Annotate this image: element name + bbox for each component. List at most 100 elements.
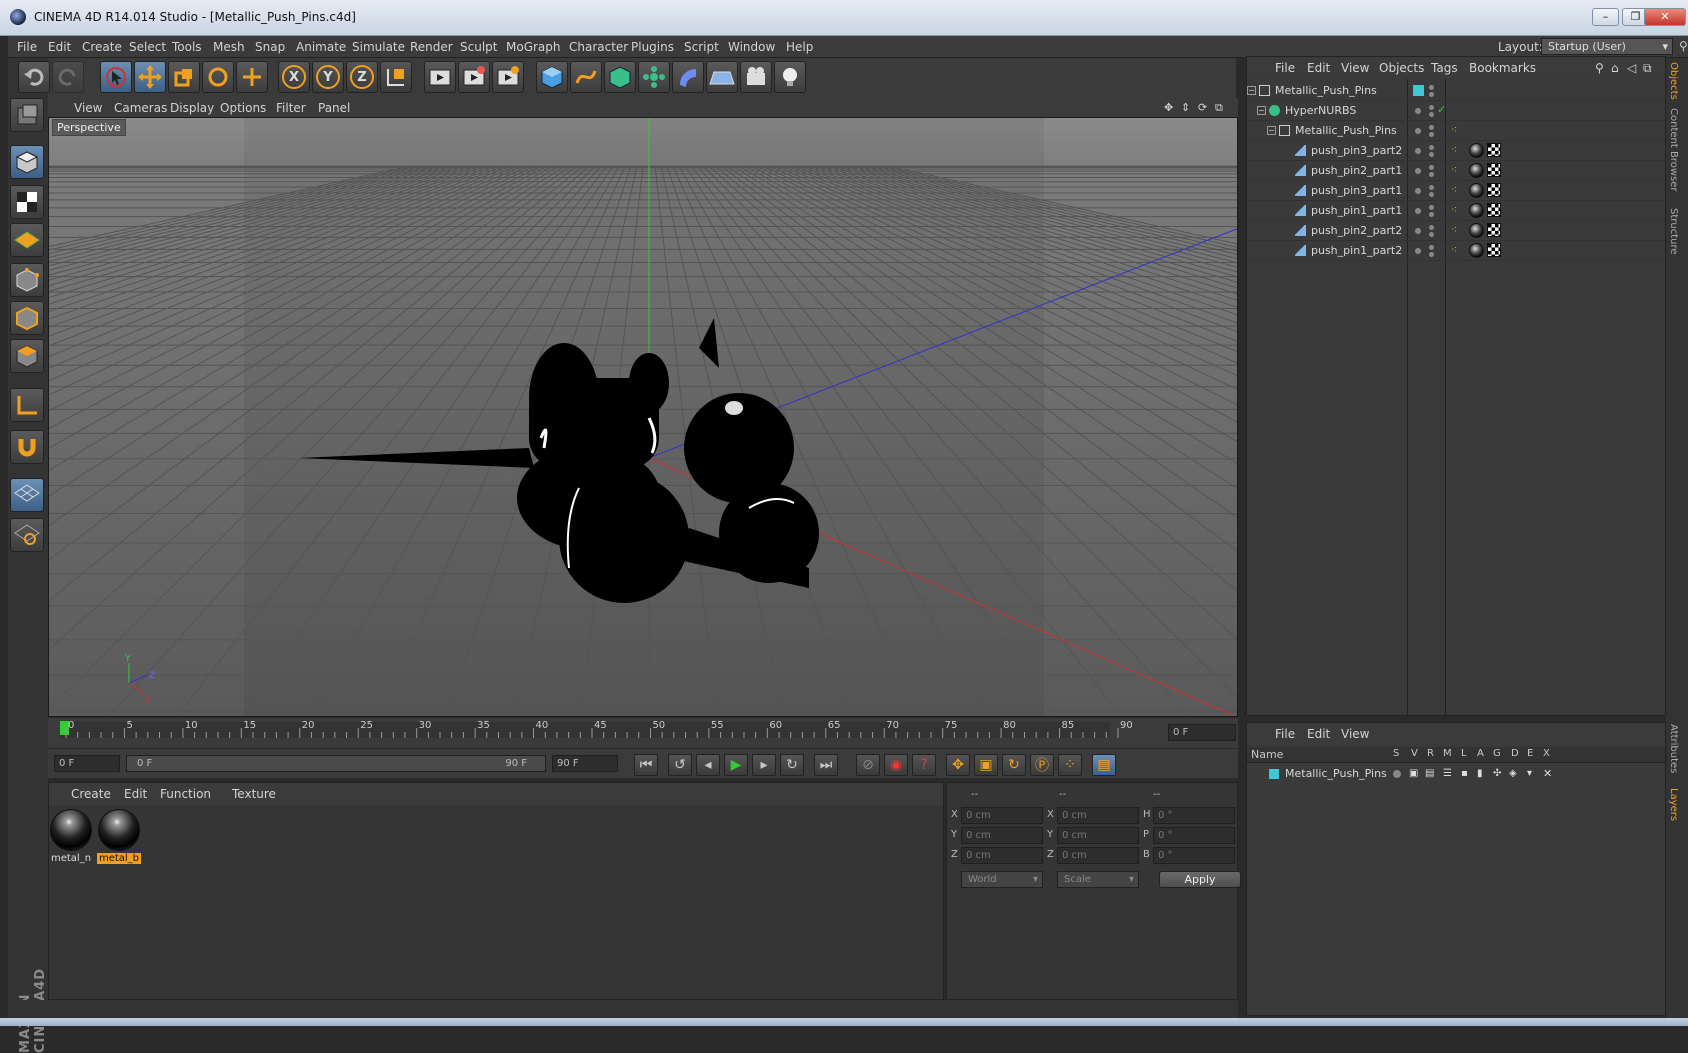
rotation-b-field[interactable]: 0 ° — [1153, 847, 1235, 864]
layer-generators-icon[interactable]: ✣ — [1493, 768, 1501, 779]
search-icon[interactable]: ⚲ — [1679, 39, 1688, 53]
object-row[interactable]: push_pin1_part2 ⁖ — [1247, 241, 1665, 261]
points-mode-icon[interactable] — [10, 263, 44, 297]
menu-window[interactable]: Window — [728, 40, 775, 54]
layers-menu-view[interactable]: View — [1341, 727, 1369, 741]
material-menu-edit[interactable]: Edit — [124, 787, 147, 801]
menu-create[interactable]: Create — [82, 40, 122, 54]
key-point-level-icon[interactable]: ⁘ — [1058, 754, 1082, 776]
menu-snap[interactable]: Snap — [255, 40, 285, 54]
viewport-menu-cameras[interactable]: Cameras — [114, 101, 167, 115]
end-frame-field[interactable]: 90 F — [552, 755, 618, 772]
menu-select[interactable]: Select — [129, 40, 166, 54]
object-name[interactable]: Metallic_Push_Pins — [1295, 124, 1397, 137]
polygons-mode-icon[interactable] — [10, 339, 44, 373]
y-axis-button[interactable]: Y — [312, 61, 344, 93]
render-dot-icon[interactable] — [1429, 92, 1434, 97]
object-name[interactable]: push_pin2_part2 — [1311, 224, 1402, 237]
objects-menu-bookmarks[interactable]: Bookmarks — [1469, 61, 1536, 75]
new-window-icon[interactable]: ⧉ — [1643, 61, 1652, 76]
render-picture-viewer-icon[interactable] — [458, 61, 490, 93]
tab-content-browser[interactable]: Content Browser — [1668, 108, 1679, 191]
layer-color-icon[interactable] — [1413, 85, 1424, 96]
menu-script[interactable]: Script — [684, 40, 719, 54]
phong-tag-icon[interactable]: ⁖ — [1451, 123, 1457, 136]
object-name[interactable]: push_pin1_part2 — [1311, 244, 1402, 257]
axis-mode-icon[interactable] — [10, 388, 44, 422]
viewport-camera-label[interactable]: Perspective — [52, 119, 126, 136]
start-frame-field[interactable]: 0 F — [54, 755, 120, 772]
layer-solo-icon[interactable] — [1393, 770, 1401, 778]
editor-visibility-icon[interactable] — [1415, 108, 1421, 114]
tab-objects[interactable]: Objects — [1668, 62, 1679, 100]
texture-tag-icon[interactable] — [1487, 163, 1501, 177]
object-row[interactable]: push_pin3_part1 ⁖ — [1247, 181, 1665, 201]
menu-mograph[interactable]: MoGraph — [506, 40, 561, 54]
position-y-field[interactable]: 0 cm — [961, 827, 1043, 844]
material-menu-texture[interactable]: Texture — [232, 787, 276, 801]
render-dot-icon[interactable] — [1429, 192, 1434, 197]
next-frame-icon[interactable]: ▸ — [752, 754, 776, 776]
redo-icon[interactable] — [52, 61, 84, 93]
menu-character[interactable]: Character — [569, 40, 628, 54]
layer-color-swatch[interactable] — [1269, 769, 1279, 779]
enabled-check-icon[interactable]: ✓ — [1437, 103, 1446, 116]
texture-tag-icon[interactable] — [1487, 143, 1501, 157]
render-dot-icon[interactable] — [1429, 212, 1434, 217]
render-dot-icon[interactable] — [1429, 252, 1434, 257]
editor-visibility-icon[interactable] — [1415, 168, 1421, 174]
layer-xref-icon[interactable]: ✕ — [1543, 767, 1552, 780]
menu-simulate[interactable]: Simulate — [352, 40, 405, 54]
menu-help[interactable]: Help — [786, 40, 813, 54]
layers-menu-file[interactable]: File — [1275, 727, 1295, 741]
apply-button[interactable]: Apply — [1159, 871, 1241, 888]
menu-edit[interactable]: Edit — [48, 40, 71, 54]
object-name[interactable]: push_pin2_part1 — [1311, 164, 1402, 177]
record-keys-icon[interactable]: ⊘ — [856, 754, 880, 776]
editor-visibility-icon[interactable] — [1415, 248, 1421, 254]
previous-frame-icon[interactable]: ◂ — [696, 754, 720, 776]
phong-tag-icon[interactable]: ⁖ — [1451, 203, 1457, 216]
size-z-field[interactable]: 0 cm — [1057, 847, 1139, 864]
menu-tools[interactable]: Tools — [172, 40, 202, 54]
material-tag-icon[interactable] — [1469, 143, 1484, 158]
layout-dropdown[interactable]: Startup (User) ▾ — [1541, 38, 1673, 55]
texture-mode-icon[interactable] — [10, 185, 44, 219]
material-swatch-metal-n[interactable]: metal_n — [49, 809, 93, 869]
home-icon[interactable]: ⌂ — [1611, 61, 1619, 75]
close-button[interactable]: ✕ — [1644, 8, 1686, 26]
texture-tag-icon[interactable] — [1487, 203, 1501, 217]
array-icon[interactable] — [638, 61, 670, 93]
nurbs-icon[interactable] — [604, 61, 636, 93]
objects-menu-tags[interactable]: Tags — [1431, 61, 1458, 75]
position-z-field[interactable]: 0 cm — [961, 847, 1043, 864]
render-view-icon[interactable] — [424, 61, 456, 93]
rotation-h-field[interactable]: 0 ° — [1153, 807, 1235, 824]
material-tag-icon[interactable] — [1469, 243, 1484, 258]
objects-menu-file[interactable]: File — [1275, 61, 1295, 75]
object-row[interactable]: push_pin2_part2 ⁖ — [1247, 221, 1665, 241]
editor-visibility-icon[interactable] — [1415, 208, 1421, 214]
snapping-icon[interactable] — [10, 478, 44, 512]
editor-dot-icon[interactable] — [1429, 225, 1434, 230]
texture-tag-icon[interactable] — [1487, 223, 1501, 237]
texture-tag-icon[interactable] — [1487, 243, 1501, 257]
object-name[interactable]: Metallic_Push_Pins — [1275, 84, 1377, 97]
editor-dot-icon[interactable] — [1429, 125, 1434, 130]
magnet-icon[interactable] — [10, 430, 44, 464]
editor-dot-icon[interactable] — [1429, 105, 1434, 110]
editor-dot-icon[interactable] — [1429, 205, 1434, 210]
live-selection-icon[interactable] — [100, 61, 132, 93]
transform-mode-dropdown[interactable]: Scale ▾ — [1057, 871, 1139, 888]
object-row[interactable]: − Metallic_Push_Pins — [1247, 81, 1665, 101]
viewport-menu-panel[interactable]: Panel — [318, 101, 350, 115]
editor-visibility-icon[interactable] — [1415, 128, 1421, 134]
material-swatch-metal-b[interactable]: metal_b — [97, 809, 141, 869]
layer-name[interactable]: Metallic_Push_Pins — [1285, 767, 1387, 780]
objects-menu-view[interactable]: View — [1341, 61, 1369, 75]
object-name[interactable]: push_pin3_part2 — [1311, 144, 1402, 157]
object-name[interactable]: push_pin3_part1 — [1311, 184, 1402, 197]
menu-render[interactable]: Render — [410, 40, 453, 54]
rotation-p-field[interactable]: 0 ° — [1153, 827, 1235, 844]
scale-icon[interactable] — [168, 61, 200, 93]
